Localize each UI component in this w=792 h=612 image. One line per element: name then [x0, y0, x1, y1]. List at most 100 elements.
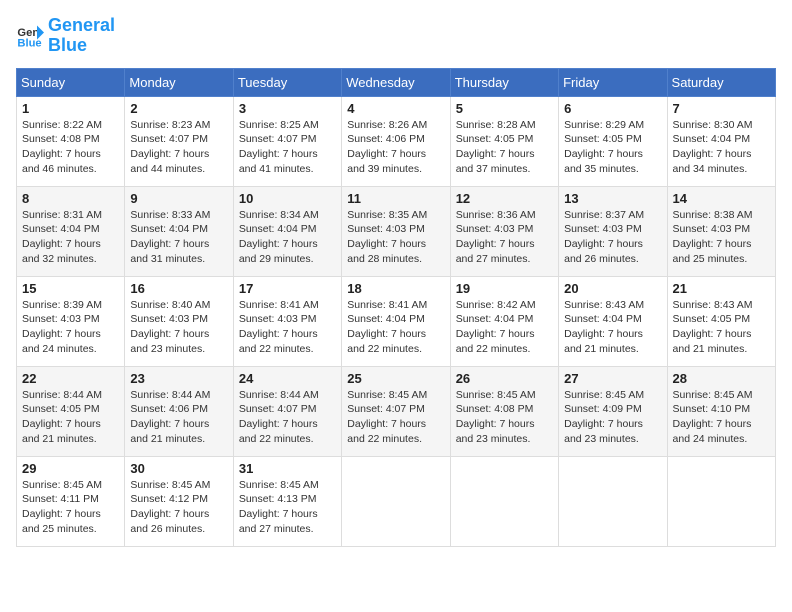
day-number: 29	[22, 461, 119, 476]
day-number: 25	[347, 371, 444, 386]
calendar-cell: 7 Sunrise: 8:30 AMSunset: 4:04 PMDayligh…	[667, 96, 775, 186]
calendar-cell: 15 Sunrise: 8:39 AMSunset: 4:03 PMDaylig…	[17, 276, 125, 366]
day-number: 27	[564, 371, 661, 386]
calendar-cell: 26 Sunrise: 8:45 AMSunset: 4:08 PMDaylig…	[450, 366, 558, 456]
weekday-header-monday: Monday	[125, 68, 233, 96]
logo-line1: General	[48, 16, 115, 36]
day-number: 12	[456, 191, 553, 206]
weekday-header-friday: Friday	[559, 68, 667, 96]
calendar-week-2: 8 Sunrise: 8:31 AMSunset: 4:04 PMDayligh…	[17, 186, 776, 276]
calendar-week-4: 22 Sunrise: 8:44 AMSunset: 4:05 PMDaylig…	[17, 366, 776, 456]
day-number: 3	[239, 101, 336, 116]
day-info: Sunrise: 8:23 AMSunset: 4:07 PMDaylight:…	[130, 118, 227, 177]
day-number: 9	[130, 191, 227, 206]
calendar-cell: 1 Sunrise: 8:22 AMSunset: 4:08 PMDayligh…	[17, 96, 125, 186]
weekday-header-thursday: Thursday	[450, 68, 558, 96]
calendar-week-5: 29 Sunrise: 8:45 AMSunset: 4:11 PMDaylig…	[17, 456, 776, 546]
calendar-cell: 2 Sunrise: 8:23 AMSunset: 4:07 PMDayligh…	[125, 96, 233, 186]
weekday-header-saturday: Saturday	[667, 68, 775, 96]
day-info: Sunrise: 8:44 AMSunset: 4:05 PMDaylight:…	[22, 388, 119, 447]
calendar-cell	[342, 456, 450, 546]
day-info: Sunrise: 8:44 AMSunset: 4:07 PMDaylight:…	[239, 388, 336, 447]
day-info: Sunrise: 8:22 AMSunset: 4:08 PMDaylight:…	[22, 118, 119, 177]
day-info: Sunrise: 8:37 AMSunset: 4:03 PMDaylight:…	[564, 208, 661, 267]
calendar-cell: 30 Sunrise: 8:45 AMSunset: 4:12 PMDaylig…	[125, 456, 233, 546]
calendar-cell: 14 Sunrise: 8:38 AMSunset: 4:03 PMDaylig…	[667, 186, 775, 276]
calendar-cell: 6 Sunrise: 8:29 AMSunset: 4:05 PMDayligh…	[559, 96, 667, 186]
day-info: Sunrise: 8:43 AMSunset: 4:05 PMDaylight:…	[673, 298, 770, 357]
weekday-header-row: SundayMondayTuesdayWednesdayThursdayFrid…	[17, 68, 776, 96]
weekday-header-sunday: Sunday	[17, 68, 125, 96]
calendar-cell: 13 Sunrise: 8:37 AMSunset: 4:03 PMDaylig…	[559, 186, 667, 276]
weekday-header-wednesday: Wednesday	[342, 68, 450, 96]
calendar-table: SundayMondayTuesdayWednesdayThursdayFrid…	[16, 68, 776, 547]
calendar-cell: 10 Sunrise: 8:34 AMSunset: 4:04 PMDaylig…	[233, 186, 341, 276]
calendar-cell: 20 Sunrise: 8:43 AMSunset: 4:04 PMDaylig…	[559, 276, 667, 366]
day-number: 7	[673, 101, 770, 116]
calendar-cell: 16 Sunrise: 8:40 AMSunset: 4:03 PMDaylig…	[125, 276, 233, 366]
day-number: 17	[239, 281, 336, 296]
logo-line2: Blue	[48, 36, 115, 56]
day-number: 19	[456, 281, 553, 296]
calendar-cell: 31 Sunrise: 8:45 AMSunset: 4:13 PMDaylig…	[233, 456, 341, 546]
day-number: 4	[347, 101, 444, 116]
day-info: Sunrise: 8:31 AMSunset: 4:04 PMDaylight:…	[22, 208, 119, 267]
day-info: Sunrise: 8:30 AMSunset: 4:04 PMDaylight:…	[673, 118, 770, 177]
day-number: 20	[564, 281, 661, 296]
day-number: 23	[130, 371, 227, 386]
day-info: Sunrise: 8:39 AMSunset: 4:03 PMDaylight:…	[22, 298, 119, 357]
day-number: 24	[239, 371, 336, 386]
day-info: Sunrise: 8:28 AMSunset: 4:05 PMDaylight:…	[456, 118, 553, 177]
day-info: Sunrise: 8:41 AMSunset: 4:03 PMDaylight:…	[239, 298, 336, 357]
day-info: Sunrise: 8:26 AMSunset: 4:06 PMDaylight:…	[347, 118, 444, 177]
day-number: 14	[673, 191, 770, 206]
day-number: 5	[456, 101, 553, 116]
logo-icon: Gen Blue	[16, 22, 44, 50]
day-number: 18	[347, 281, 444, 296]
day-number: 15	[22, 281, 119, 296]
calendar-week-1: 1 Sunrise: 8:22 AMSunset: 4:08 PMDayligh…	[17, 96, 776, 186]
day-number: 6	[564, 101, 661, 116]
day-info: Sunrise: 8:45 AMSunset: 4:07 PMDaylight:…	[347, 388, 444, 447]
day-info: Sunrise: 8:25 AMSunset: 4:07 PMDaylight:…	[239, 118, 336, 177]
day-number: 30	[130, 461, 227, 476]
calendar-cell: 12 Sunrise: 8:36 AMSunset: 4:03 PMDaylig…	[450, 186, 558, 276]
day-info: Sunrise: 8:42 AMSunset: 4:04 PMDaylight:…	[456, 298, 553, 357]
calendar-cell: 5 Sunrise: 8:28 AMSunset: 4:05 PMDayligh…	[450, 96, 558, 186]
calendar-cell: 24 Sunrise: 8:44 AMSunset: 4:07 PMDaylig…	[233, 366, 341, 456]
calendar-cell: 28 Sunrise: 8:45 AMSunset: 4:10 PMDaylig…	[667, 366, 775, 456]
calendar-cell: 25 Sunrise: 8:45 AMSunset: 4:07 PMDaylig…	[342, 366, 450, 456]
weekday-header-tuesday: Tuesday	[233, 68, 341, 96]
day-number: 22	[22, 371, 119, 386]
calendar-cell: 4 Sunrise: 8:26 AMSunset: 4:06 PMDayligh…	[342, 96, 450, 186]
logo: Gen Blue General Blue	[16, 16, 115, 56]
day-info: Sunrise: 8:34 AMSunset: 4:04 PMDaylight:…	[239, 208, 336, 267]
day-info: Sunrise: 8:45 AMSunset: 4:09 PMDaylight:…	[564, 388, 661, 447]
calendar-cell	[559, 456, 667, 546]
day-number: 21	[673, 281, 770, 296]
calendar-cell: 17 Sunrise: 8:41 AMSunset: 4:03 PMDaylig…	[233, 276, 341, 366]
day-number: 26	[456, 371, 553, 386]
day-info: Sunrise: 8:45 AMSunset: 4:12 PMDaylight:…	[130, 478, 227, 537]
day-number: 11	[347, 191, 444, 206]
calendar-cell: 27 Sunrise: 8:45 AMSunset: 4:09 PMDaylig…	[559, 366, 667, 456]
calendar-cell: 11 Sunrise: 8:35 AMSunset: 4:03 PMDaylig…	[342, 186, 450, 276]
svg-text:Blue: Blue	[17, 37, 41, 49]
calendar-cell: 18 Sunrise: 8:41 AMSunset: 4:04 PMDaylig…	[342, 276, 450, 366]
calendar-cell: 8 Sunrise: 8:31 AMSunset: 4:04 PMDayligh…	[17, 186, 125, 276]
calendar-cell: 23 Sunrise: 8:44 AMSunset: 4:06 PMDaylig…	[125, 366, 233, 456]
day-number: 13	[564, 191, 661, 206]
day-info: Sunrise: 8:45 AMSunset: 4:08 PMDaylight:…	[456, 388, 553, 447]
day-number: 8	[22, 191, 119, 206]
day-info: Sunrise: 8:40 AMSunset: 4:03 PMDaylight:…	[130, 298, 227, 357]
day-number: 10	[239, 191, 336, 206]
day-info: Sunrise: 8:41 AMSunset: 4:04 PMDaylight:…	[347, 298, 444, 357]
day-info: Sunrise: 8:45 AMSunset: 4:13 PMDaylight:…	[239, 478, 336, 537]
day-info: Sunrise: 8:29 AMSunset: 4:05 PMDaylight:…	[564, 118, 661, 177]
day-number: 28	[673, 371, 770, 386]
day-info: Sunrise: 8:38 AMSunset: 4:03 PMDaylight:…	[673, 208, 770, 267]
day-info: Sunrise: 8:35 AMSunset: 4:03 PMDaylight:…	[347, 208, 444, 267]
day-info: Sunrise: 8:45 AMSunset: 4:11 PMDaylight:…	[22, 478, 119, 537]
day-number: 1	[22, 101, 119, 116]
day-number: 16	[130, 281, 227, 296]
